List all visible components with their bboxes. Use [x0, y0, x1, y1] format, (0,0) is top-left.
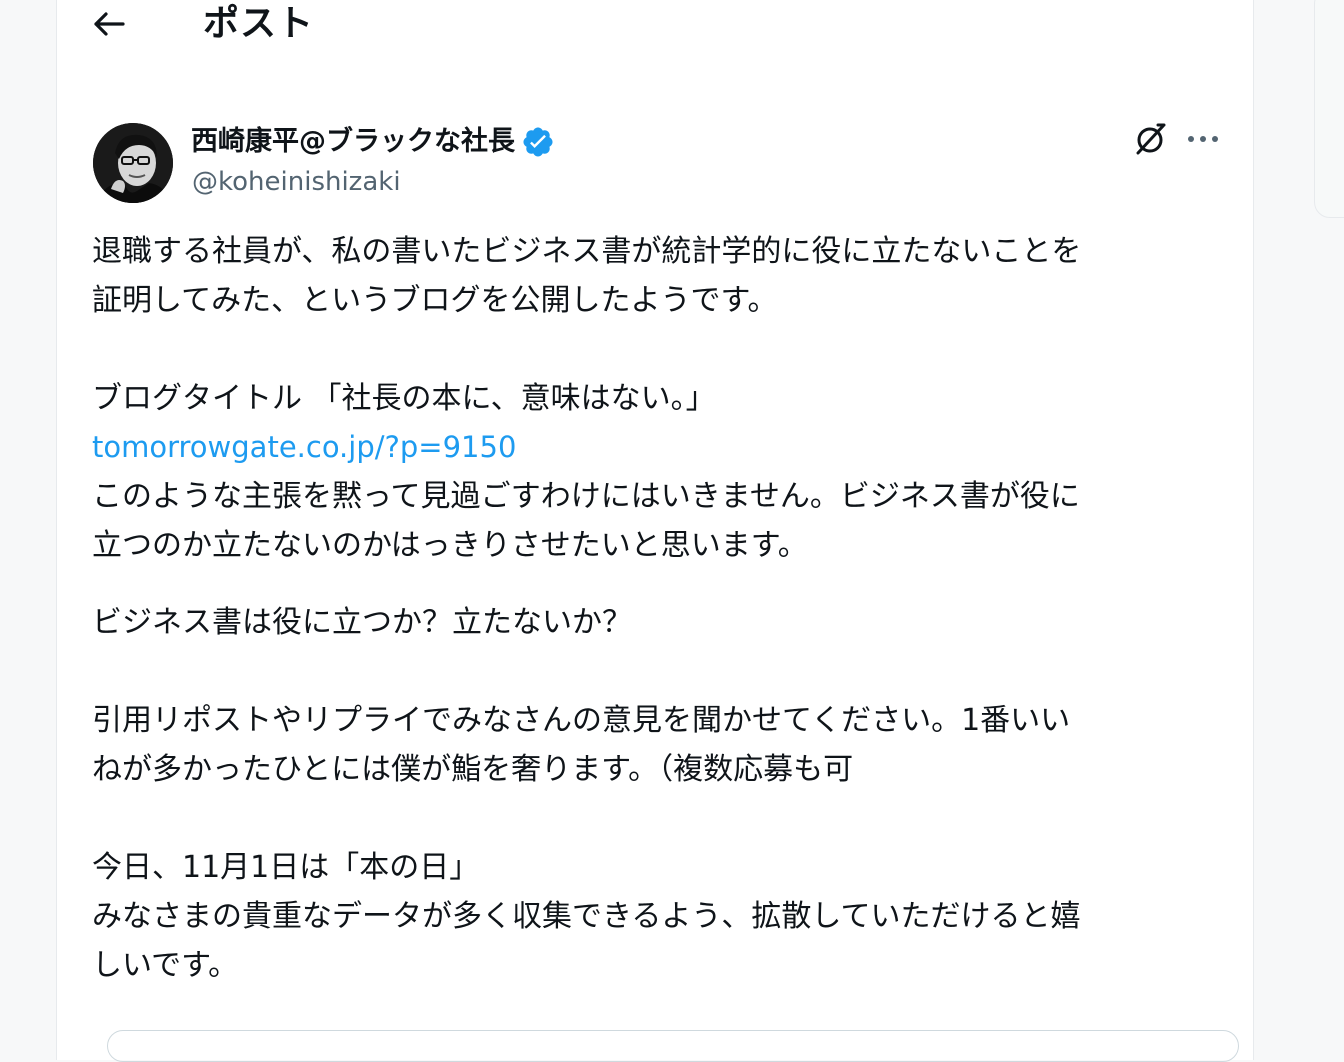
author-name[interactable]: 西崎康平@ブラックな社長 [191, 122, 515, 162]
tweet-line: ビジネス書は役に立つか？立たないか？ [92, 605, 632, 640]
tweet-line: 立つのか立たないのかはっきりさせたいと思います。 [92, 528, 808, 563]
tweet-line: 証明してみた、というブログを公開したようです。 [92, 283, 778, 318]
author-name-row: 西崎康平@ブラックな社長 [191, 122, 555, 162]
more-button[interactable] [1181, 117, 1225, 161]
tweet-line: ねが多かったひとには僕が鮨を奢ります。（複数応募も可 [92, 752, 854, 787]
blog-link[interactable]: tomorrowgate.co.jp/?p=9150 [92, 430, 516, 464]
more-horizontal-icon [1188, 136, 1218, 142]
grok-button[interactable] [1129, 117, 1173, 161]
tweet-line: ブログタイトル 「社長の本に、意味はない。」 [92, 381, 716, 416]
right-sidebar-panel [1314, 0, 1344, 218]
tweet-line: 今日、11月1日は「本の日」 [92, 850, 480, 885]
tweet-line: このような主張を黙って見過ごすわけにはいきません。ビジネス書が役に [92, 479, 1080, 514]
arrow-left-icon [94, 12, 125, 36]
page-title: ポスト [203, 3, 315, 44]
grok-icon [1136, 123, 1166, 155]
tweet-line: 退職する社員が、私の書いたビジネス書が統計学的に役に立たないことを [92, 234, 1082, 269]
page-header: ポスト [57, 0, 1253, 48]
link-card-edge[interactable] [107, 1030, 1239, 1062]
back-button[interactable] [87, 2, 131, 46]
author-handle[interactable]: @koheinishizaki [192, 163, 401, 201]
tweet-line: しいです。 [92, 948, 239, 983]
tweet-line: 引用リポストやリプライでみなさんの意見を聞かせてください。1番いい [92, 703, 1071, 738]
avatar[interactable] [93, 123, 173, 203]
verified-badge-icon[interactable] [521, 125, 555, 159]
avatar-image [93, 123, 173, 203]
main-column: ポスト 西崎康平@ブラックな社長 @koheinishizaki 退職する社員が… [56, 0, 1254, 1062]
tweet-line: みなさまの貴重なデータが多く収集できるよう、拡散していただけると嬉 [92, 899, 1081, 934]
tweet-text: 退職する社員が、私の書いたビジネス書が統計学的に役に立たないことを 証明してみた… [92, 227, 1222, 990]
